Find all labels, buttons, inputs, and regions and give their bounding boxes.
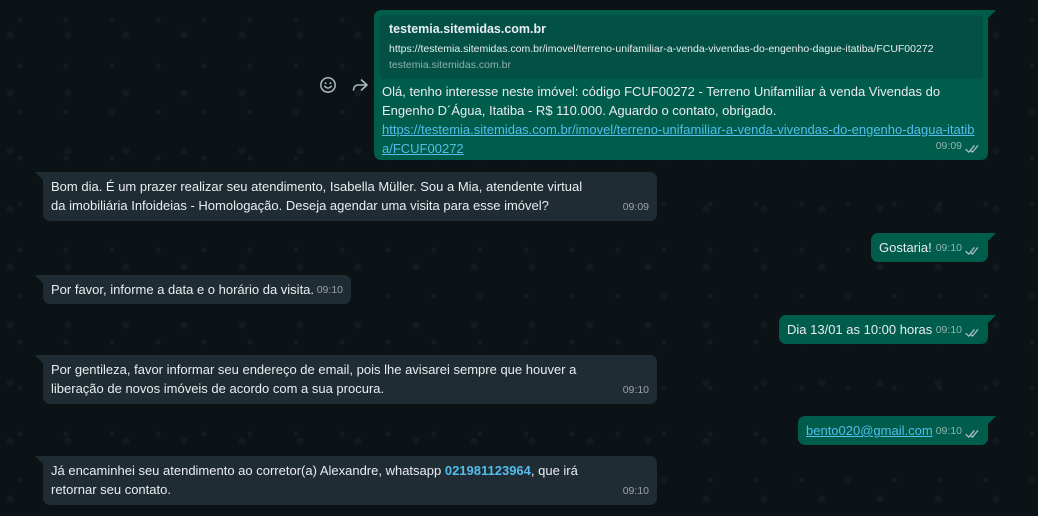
incoming-message[interactable]: Por favor, informe a data e o horário da… — [35, 275, 351, 304]
message-time: 09:10 — [935, 324, 962, 336]
message-text: Por gentileza, favor informar seu endere… — [51, 362, 577, 396]
email-link[interactable]: bento020@gmail.com — [806, 423, 933, 438]
message-text: Bom dia. É um prazer realizar seu atendi… — [51, 179, 583, 213]
outgoing-message[interactable]: bento020@gmail.com 09:10 — [798, 416, 996, 445]
link-preview-domain: testemia.sitemidas.com.br — [389, 59, 511, 71]
message-meta: 09:10 — [623, 482, 649, 501]
message-meta: 09:09 — [623, 198, 649, 217]
double-check-icon — [965, 142, 980, 153]
message-time: 09:10 — [622, 485, 649, 497]
double-check-icon — [965, 427, 980, 438]
double-check-icon — [965, 326, 980, 337]
message-time: 09:10 — [935, 242, 962, 254]
message-meta: 09:09 — [936, 137, 980, 156]
phone-link[interactable]: 021981123964 — [445, 463, 531, 478]
message-link[interactable]: https://testemia.sitemidas.com.br/imovel… — [382, 122, 975, 156]
message-text: Por favor, informe a data e o horário da… — [51, 282, 315, 297]
double-check-icon — [965, 244, 980, 255]
message-actions — [319, 76, 369, 94]
message-time: 09:09 — [935, 140, 962, 152]
message-text: Olá, tenho interesse neste imóvel: códig… — [382, 84, 941, 118]
message-time: 09:10 — [622, 384, 649, 396]
link-preview-title: testemia.sitemidas.com.br — [389, 22, 547, 36]
outgoing-message[interactable]: testemia.sitemidas.com.br https://testem… — [374, 10, 996, 160]
message-text: Dia 13/01 as 10:00 horas — [787, 322, 933, 337]
incoming-message[interactable]: Bom dia. É um prazer realizar seu atendi… — [35, 172, 657, 221]
message-text: Já encaminhei seu atendimento ao correto… — [51, 463, 445, 478]
message-meta: 09:10 — [936, 239, 980, 258]
message-time: 09:09 — [622, 201, 649, 213]
message-time: 09:10 — [935, 425, 962, 437]
outgoing-message[interactable]: Dia 13/01 as 10:00 horas 09:10 — [779, 315, 996, 344]
forward-icon[interactable] — [351, 76, 369, 94]
incoming-message[interactable]: Já encaminhei seu atendimento ao correto… — [35, 456, 657, 505]
incoming-message[interactable]: Por gentileza, favor informar seu endere… — [35, 355, 657, 404]
outgoing-message[interactable]: Gostaria! 09:10 — [871, 233, 996, 262]
message-text: Gostaria! — [879, 240, 932, 255]
link-preview[interactable]: testemia.sitemidas.com.br https://testem… — [379, 15, 983, 79]
message-meta: 09:10 — [623, 381, 649, 400]
message-meta: 09:10 — [936, 422, 980, 441]
message-meta: 09:10 — [317, 281, 343, 300]
link-preview-url: https://testemia.sitemidas.com.br/imovel… — [389, 43, 934, 55]
message-meta: 09:10 — [936, 321, 980, 340]
emoji-icon[interactable] — [319, 76, 337, 94]
message-time: 09:10 — [316, 284, 343, 296]
